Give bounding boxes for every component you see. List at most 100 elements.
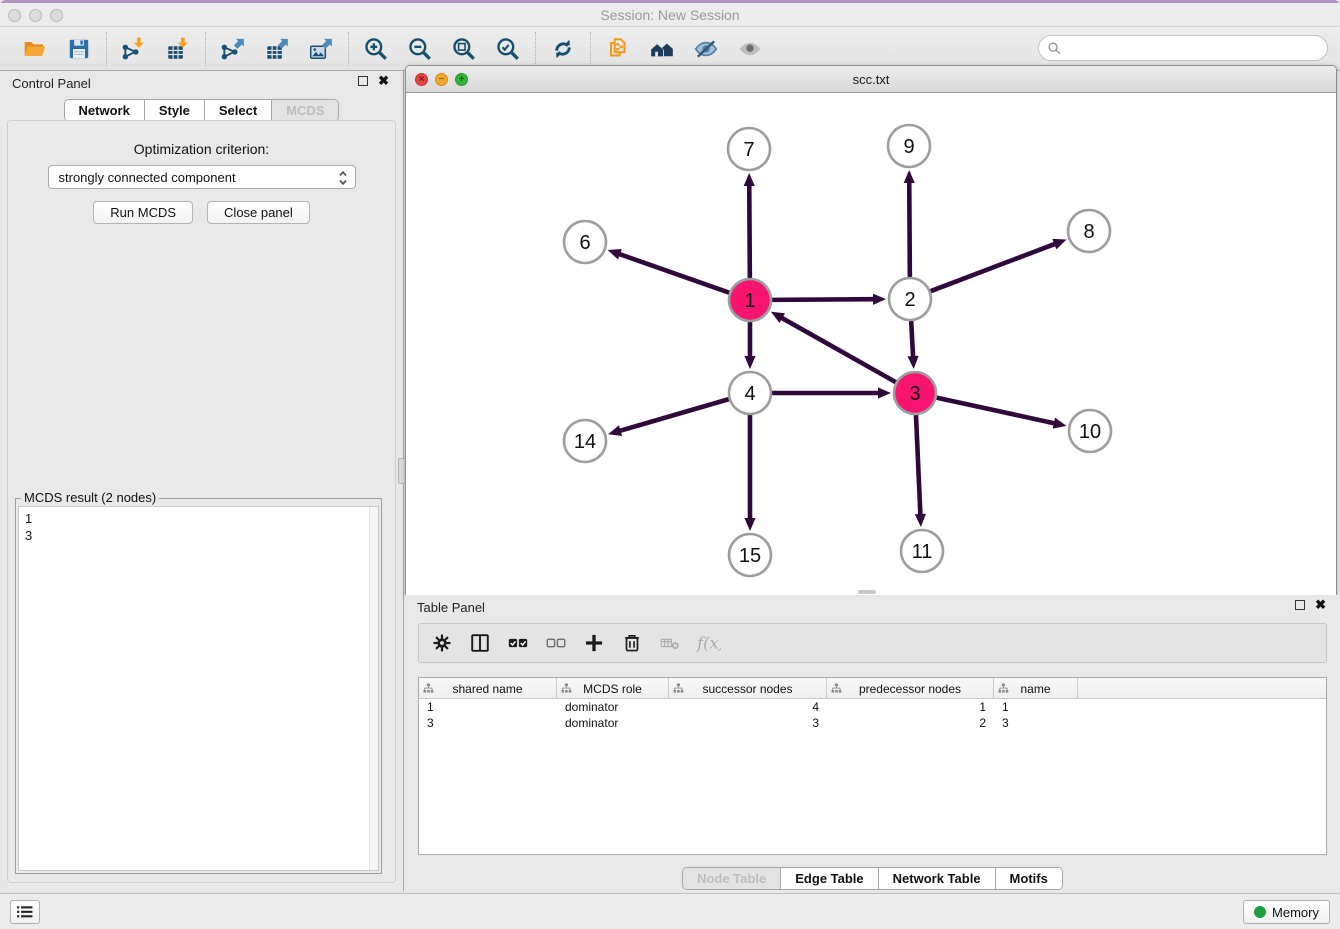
- refresh-icon[interactable]: [546, 32, 580, 66]
- close-panel-icon[interactable]: ✖: [378, 76, 389, 86]
- table-cell[interactable]: 1: [419, 699, 557, 715]
- edge-2-9[interactable]: [909, 181, 910, 277]
- import-network-icon[interactable]: [117, 32, 151, 66]
- tab-edge-table[interactable]: Edge Table: [781, 868, 878, 889]
- table-cell[interactable]: 2: [827, 715, 994, 731]
- node-label-15: 15: [739, 545, 761, 567]
- column-header-successor-nodes[interactable]: successor nodes: [669, 678, 827, 699]
- task-history-button[interactable]: [10, 900, 40, 924]
- edge-3-10[interactable]: [936, 398, 1055, 424]
- table-toolbar: f(x): [418, 623, 1327, 663]
- table-cell[interactable]: 4: [669, 699, 827, 715]
- table-cell[interactable]: 3: [669, 715, 827, 731]
- edge-arrow-1-4: [744, 356, 755, 369]
- edge-arrow-4-3: [878, 387, 891, 398]
- edge-2-3[interactable]: [911, 321, 913, 358]
- delete-column-icon: [655, 628, 685, 658]
- trash-icon[interactable]: [617, 628, 647, 658]
- export-table-icon[interactable]: [260, 32, 294, 66]
- tab-node-table[interactable]: Node Table: [683, 868, 781, 889]
- column-header-label: predecessor nodes: [859, 682, 961, 696]
- houses-icon[interactable]: [645, 32, 679, 66]
- criterion-dropdown-value: strongly connected component: [59, 170, 236, 185]
- control-panel-title: Control Panel: [12, 76, 91, 91]
- close-panel-button[interactable]: Close panel: [207, 201, 310, 224]
- search-box: [1038, 35, 1328, 61]
- select-all-icon[interactable]: [503, 628, 533, 658]
- result-scrollbar[interactable]: [369, 507, 378, 870]
- edge-3-1[interactable]: [780, 317, 895, 382]
- eye-slash-icon[interactable]: [689, 32, 723, 66]
- network-canvas[interactable]: 7968124314101511: [406, 93, 1336, 595]
- edge-3-11[interactable]: [916, 415, 920, 516]
- edge-1-7[interactable]: [749, 184, 750, 278]
- tab-network[interactable]: Network: [65, 100, 145, 121]
- mcds-result-line: 3: [19, 527, 378, 544]
- edge-arrow-4-15: [744, 518, 755, 531]
- tab-mcds[interactable]: MCDS: [272, 100, 338, 121]
- export-network-icon[interactable]: [216, 32, 250, 66]
- table-cell[interactable]: 1: [994, 699, 1078, 715]
- add-column-icon[interactable]: [579, 628, 609, 658]
- edge-4-14[interactable]: [619, 399, 729, 431]
- run-mcds-button[interactable]: Run MCDS: [93, 201, 193, 224]
- zoom-out-icon[interactable]: [403, 32, 437, 66]
- edge-1-2[interactable]: [772, 299, 875, 300]
- tab-network-table[interactable]: Network Table: [879, 868, 996, 889]
- app-titlebar: Session: New Session: [0, 3, 1340, 27]
- table-panel-title: Table Panel: [417, 600, 485, 615]
- zoom-fit-icon[interactable]: [447, 32, 481, 66]
- gear-icon[interactable]: [427, 628, 457, 658]
- edge-arrow-2-9: [904, 170, 915, 183]
- save-floppy-icon[interactable]: [62, 32, 96, 66]
- table-row[interactable]: 3dominator323: [419, 715, 1326, 731]
- table-cell[interactable]: 3: [994, 715, 1078, 731]
- function-builder-icon: f(x): [693, 628, 723, 658]
- mcds-result-list[interactable]: 13: [18, 506, 379, 871]
- deselect-all-icon[interactable]: [541, 628, 571, 658]
- column-header-name[interactable]: name: [994, 678, 1078, 699]
- table-cell[interactable]: 1: [827, 699, 994, 715]
- zoom-in-icon[interactable]: [359, 32, 393, 66]
- node-label-8: 8: [1083, 221, 1094, 243]
- column-header-MCDS-role[interactable]: MCDS role: [557, 678, 669, 699]
- table-cell[interactable]: dominator: [557, 699, 669, 715]
- table-panel: Table Panel ✖ f(x) shared name MCDS role s…: [405, 595, 1340, 893]
- open-folder-icon[interactable]: [18, 32, 52, 66]
- import-table-icon[interactable]: [161, 32, 195, 66]
- edge-arrow-3-10: [1053, 418, 1067, 429]
- column-type-icon: [998, 683, 1009, 694]
- criterion-dropdown[interactable]: strongly connected component: [48, 165, 356, 189]
- column-type-icon: [673, 683, 684, 694]
- memory-button-label: Memory: [1272, 905, 1319, 920]
- column-header-predecessor-nodes[interactable]: predecessor nodes: [827, 678, 994, 699]
- table-float-panel-icon[interactable]: [1295, 600, 1305, 610]
- node-label-4: 4: [744, 383, 755, 405]
- column-header-shared-name[interactable]: shared name: [419, 678, 557, 699]
- canvas-scroll-nub[interactable]: [858, 590, 876, 594]
- tab-select[interactable]: Select: [205, 100, 272, 121]
- column-header-label: MCDS role: [583, 682, 642, 696]
- edge-1-6[interactable]: [618, 254, 729, 293]
- edge-arrow-3-11: [915, 514, 926, 527]
- tab-motifs[interactable]: Motifs: [996, 868, 1062, 889]
- search-input[interactable]: [1038, 35, 1328, 61]
- mcds-result-title: MCDS result (2 nodes): [21, 490, 159, 505]
- export-image-icon[interactable]: [304, 32, 338, 66]
- clone-network-icon[interactable]: [601, 32, 635, 66]
- edge-2-8[interactable]: [931, 243, 1057, 291]
- table-close-panel-icon[interactable]: ✖: [1315, 600, 1326, 610]
- optimization-criterion-label: Optimization criterion:: [8, 141, 395, 157]
- column-header-label: successor nodes: [702, 682, 792, 696]
- zoom-selected-icon[interactable]: [491, 32, 525, 66]
- split-panel-icon[interactable]: [465, 628, 495, 658]
- tab-style[interactable]: Style: [145, 100, 205, 121]
- table-row[interactable]: 1dominator411: [419, 699, 1326, 715]
- memory-button[interactable]: Memory: [1243, 900, 1330, 924]
- edge-arrow-1-7: [744, 173, 755, 186]
- table-cell[interactable]: 3: [419, 715, 557, 731]
- column-type-icon: [561, 683, 572, 694]
- float-panel-icon[interactable]: [358, 76, 368, 86]
- table-cell[interactable]: dominator: [557, 715, 669, 731]
- eye-icon[interactable]: [733, 32, 767, 66]
